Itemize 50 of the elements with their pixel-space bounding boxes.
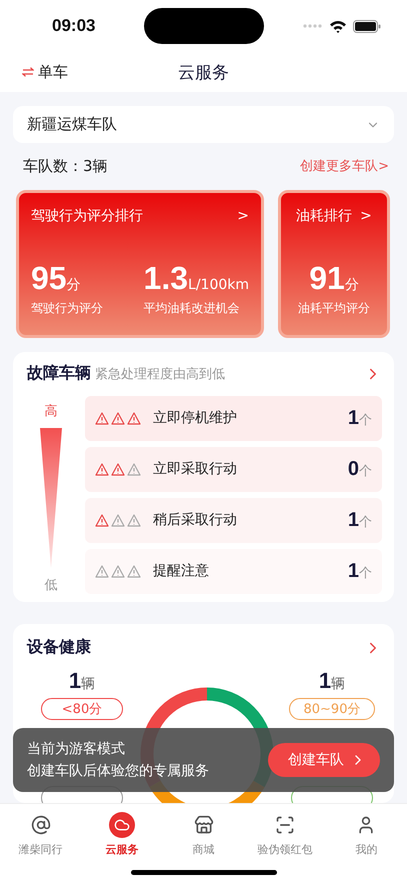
ranking-header[interactable]: 油耗排行 > — [293, 206, 375, 225]
fault-count: 0个 — [348, 458, 372, 481]
ranking-card[interactable]: 驾驶行为评分排行 > 95分 驾驶行为评分 1.3L/100km 平均油耗改进机会 — [16, 190, 264, 338]
scale-label: 低 — [44, 576, 58, 594]
stat-label: 平均油耗改进机会 — [144, 300, 240, 317]
stat-label: 驾驶行为评分 — [31, 300, 103, 317]
tab-item[interactable]: 云服务 — [81, 812, 163, 858]
ranking-card[interactable]: 油耗排行 > 91分 油耗平均评分 — [278, 190, 390, 338]
tab-item[interactable]: 潍柴同行 — [0, 812, 82, 858]
vehicle-count: 1辆 — [318, 668, 346, 694]
toast-text: 当前为游客模式 — [27, 740, 126, 758]
status-time: 09:03 — [52, 16, 96, 36]
create-fleet-link[interactable]: 创建更多车队> — [300, 157, 389, 176]
fault-row[interactable]: 稍后采取行动 1个 — [85, 498, 382, 543]
fault-row[interactable]: 立即停机维护 1个 — [85, 396, 382, 441]
stat-label: 油耗平均评分 — [298, 300, 370, 317]
stat-value: 95分 — [31, 262, 81, 294]
stat-value: 1.3L/100km — [144, 262, 249, 294]
swap-icon — [22, 67, 34, 77]
create-fleet-button[interactable]: 创建车队 — [268, 743, 380, 777]
page-title: 云服务 — [178, 62, 229, 84]
scale-label: 高 — [44, 402, 58, 420]
fault-row[interactable]: 立即采取行动 0个 — [85, 446, 382, 492]
fault-count: 1个 — [348, 560, 372, 583]
fleet-select[interactable]: 新疆运煤车队 — [13, 106, 394, 144]
tab-item[interactable]: 我的 — [326, 812, 407, 858]
fault-label: 稍后采取行动 — [153, 511, 238, 530]
switch-mode-button[interactable]: 单车 — [22, 62, 68, 82]
score-range-tag: 80~90分 — [288, 698, 376, 720]
toast-text: 创建车队后体验您的专属服务 — [27, 762, 209, 780]
signal-icon — [302, 24, 323, 28]
urgency-gradient-icon — [40, 428, 62, 568]
battery-icon — [352, 20, 381, 32]
tab-item[interactable]: 验伪领红包 — [244, 812, 326, 858]
ranking-header[interactable]: 驾驶行为评分排行 > — [31, 206, 249, 225]
fault-row[interactable]: 提醒注意 1个 — [85, 548, 382, 594]
fault-label: 立即停机维护 — [153, 409, 238, 428]
fault-label: 提醒注意 — [153, 562, 210, 580]
fault-count: 1个 — [348, 508, 372, 532]
panel-title: 设备健康 — [27, 637, 91, 658]
stat-value: 91分 — [309, 262, 359, 294]
fault-count: 1个 — [348, 406, 372, 430]
panel-title: 故障车辆 紧急处理程度由高到低 — [27, 363, 225, 384]
score-range-tag: <80分 — [41, 698, 123, 720]
cloud-icon — [109, 812, 136, 838]
fault-label: 立即采取行动 — [153, 460, 238, 478]
vehicle-count: 1辆 — [68, 668, 96, 694]
fleet-count: 车队数：3辆 — [23, 156, 108, 176]
wifi-icon — [328, 20, 347, 32]
tab-item[interactable]: 商城 — [162, 812, 244, 858]
